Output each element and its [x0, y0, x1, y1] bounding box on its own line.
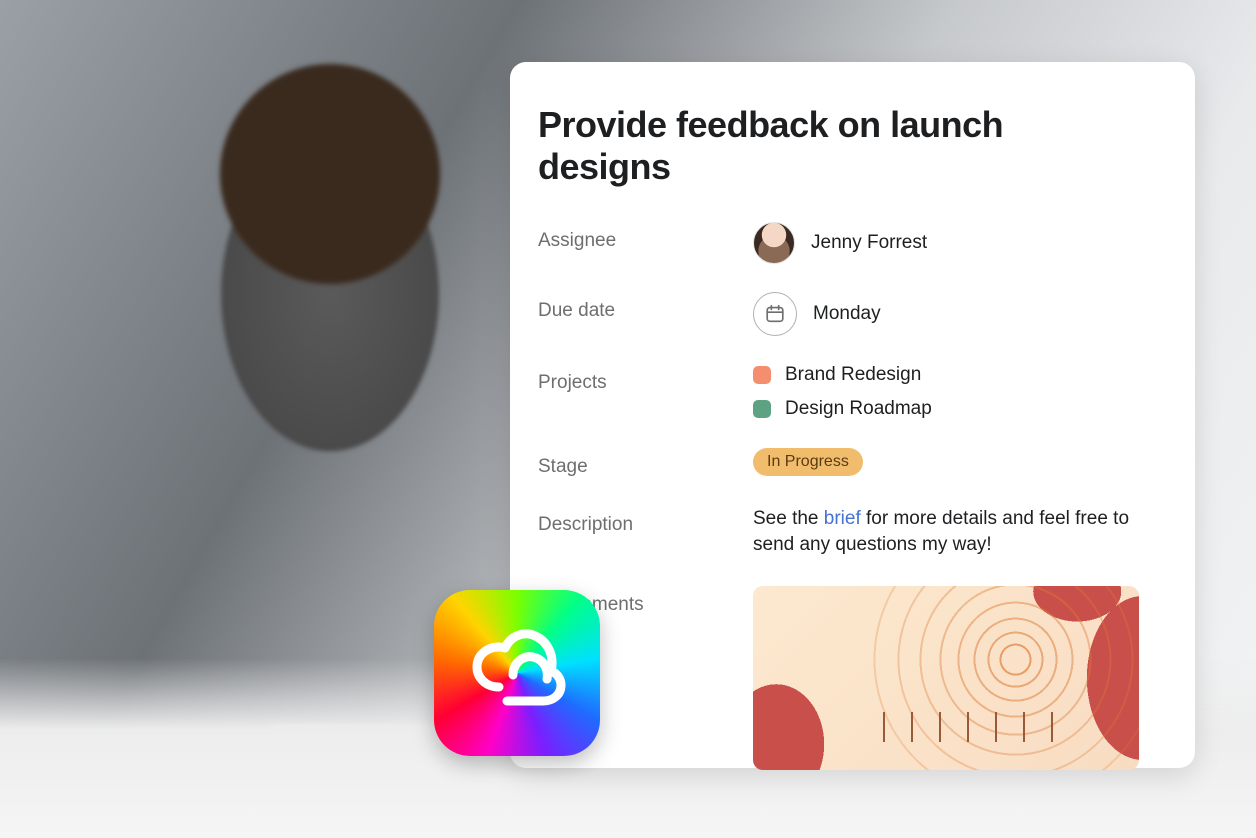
description-label: Description — [538, 506, 753, 536]
description-link-brief[interactable]: brief — [824, 508, 861, 529]
due-date-text: Monday — [813, 303, 881, 325]
projects-row: Projects Brand Redesign Design Roadmap — [538, 364, 1145, 420]
project-dot — [753, 366, 771, 384]
creative-cloud-logo — [434, 590, 600, 756]
projects-label: Projects — [538, 364, 753, 394]
project-tag-design-roadmap[interactable]: Design Roadmap — [753, 398, 1145, 420]
stage-pill: In Progress — [753, 448, 863, 476]
attachment-thumbnail[interactable] — [753, 586, 1139, 770]
stage-row: Stage In Progress — [538, 448, 1145, 478]
attachments-row: Attachments — [538, 586, 1145, 770]
stage-value[interactable]: In Progress — [753, 448, 1145, 476]
assignee-label: Assignee — [538, 222, 753, 252]
stage-label: Stage — [538, 448, 753, 478]
task-title[interactable]: Provide feedback on launch designs — [538, 104, 1145, 188]
assignee-row: Assignee Jenny Forrest — [538, 222, 1145, 264]
due-date-value[interactable]: Monday — [753, 292, 1145, 336]
avatar — [753, 222, 795, 264]
calendar-icon — [753, 292, 797, 336]
description-text[interactable]: See the brief for more details and feel … — [753, 506, 1145, 558]
task-detail-card: Provide feedback on launch designs Assig… — [510, 62, 1195, 768]
project-dot — [753, 400, 771, 418]
due-date-label: Due date — [538, 292, 753, 322]
due-date-row: Due date Monday — [538, 292, 1145, 336]
projects-value: Brand Redesign Design Roadmap — [753, 364, 1145, 420]
project-name: Design Roadmap — [785, 398, 932, 420]
attachments-value — [753, 586, 1145, 770]
description-pre: See the — [753, 508, 824, 529]
project-tag-brand-redesign[interactable]: Brand Redesign — [753, 364, 1145, 386]
description-row: Description See the brief for more detai… — [538, 506, 1145, 558]
assignee-value[interactable]: Jenny Forrest — [753, 222, 1145, 264]
assignee-name: Jenny Forrest — [811, 232, 927, 254]
creative-cloud-icon — [467, 623, 567, 723]
project-name: Brand Redesign — [785, 364, 921, 386]
